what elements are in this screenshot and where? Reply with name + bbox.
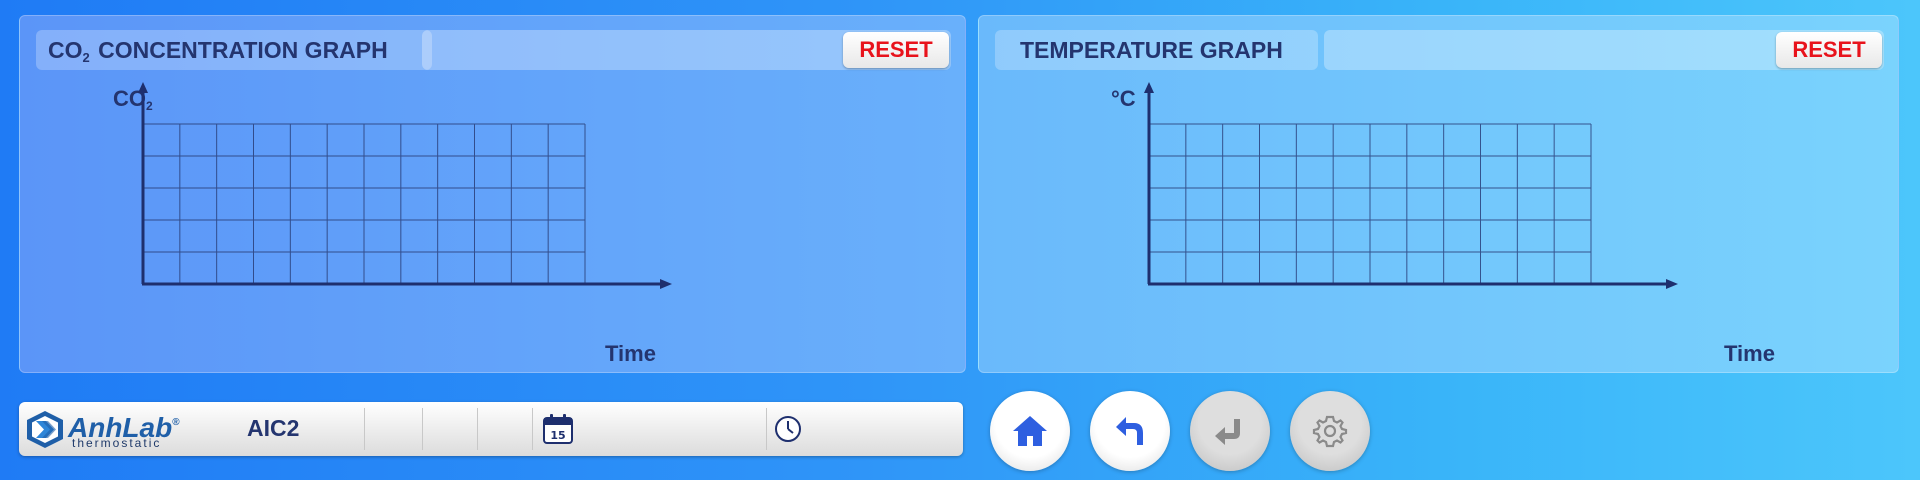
co2-graph-title: CO2 CONCENTRATION GRAPH (36, 30, 432, 70)
calendar-day: 15 (550, 429, 565, 442)
co2-chart (138, 82, 672, 289)
divider (766, 408, 767, 450)
home-icon (1013, 416, 1047, 446)
co2-graph-panel: CO2 CONCENTRATION GRAPH RESET CO2 Time (19, 15, 966, 373)
co2-reset-button[interactable]: RESET (843, 32, 949, 68)
temperature-x-axis-label: Time (1724, 341, 1775, 366)
device-name: AIC2 (247, 415, 300, 441)
divider (477, 408, 478, 450)
clock-icon[interactable] (771, 412, 805, 446)
logo-subtitle: thermostatic (72, 436, 162, 450)
enter-button[interactable] (1190, 391, 1270, 471)
status-bar: AnhLab® thermostatic AIC2 15 (19, 402, 963, 456)
back-button[interactable] (1090, 391, 1170, 471)
anhlab-logo: AnhLab® thermostatic (24, 409, 204, 450)
temperature-chart (1144, 82, 1678, 289)
co2-title-bar: RESET (422, 30, 951, 70)
temperature-graph-title: TEMPERATURE GRAPH (995, 30, 1318, 70)
enter-icon (1215, 419, 1240, 445)
divider (532, 408, 533, 450)
temperature-reset-button[interactable]: RESET (1776, 32, 1882, 68)
divider (364, 408, 365, 450)
co2-grid (142, 123, 586, 285)
temperature-y-axis-label: °C (1111, 86, 1136, 111)
temperature-grid (1148, 123, 1592, 285)
home-button[interactable] (990, 391, 1070, 471)
co2-x-axis-label: Time (605, 341, 656, 366)
back-icon (1116, 417, 1143, 445)
calendar-icon[interactable]: 15 (541, 412, 575, 446)
co2-x-axis-arrow (660, 279, 672, 289)
gear-icon (1312, 415, 1348, 448)
temperature-title-bar: RESET (1324, 30, 1884, 70)
co2-y-axis-arrow (138, 82, 148, 93)
temperature-y-axis-arrow (1144, 82, 1154, 93)
temperature-graph-panel: TEMPERATURE GRAPH RESET °C Time (978, 15, 1899, 373)
temperature-x-axis-arrow (1666, 279, 1678, 289)
settings-button[interactable] (1290, 391, 1370, 471)
divider (422, 408, 423, 450)
logo-hexagon-icon (27, 411, 63, 448)
